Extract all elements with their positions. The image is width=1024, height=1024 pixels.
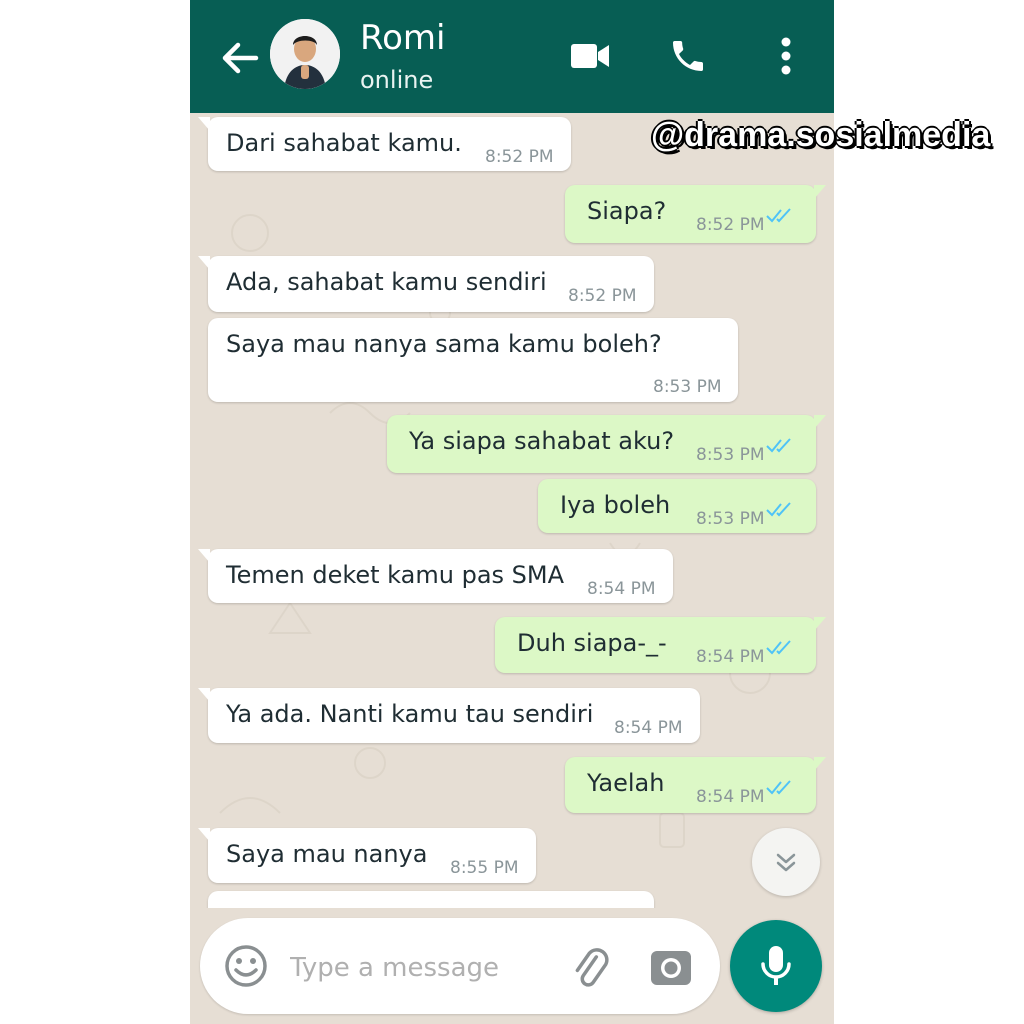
message-time: 8:53 PM [696, 445, 765, 465]
chat-header: Romi online [190, 0, 834, 113]
message-time: 8:53 PM [653, 377, 722, 397]
message-time: 8:54 PM [696, 787, 765, 807]
read-ticks-icon [766, 502, 791, 517]
video-camera-icon[interactable] [568, 34, 612, 78]
input-pill [200, 918, 720, 1014]
camera-icon[interactable] [648, 944, 694, 990]
message-bubble-incoming[interactable]: Dari sahabat kamu. 8:52 PM [198, 117, 571, 171]
message-text: Ya siapa sahabat aku? [409, 427, 675, 455]
message-bubble-incoming[interactable]: Ada, sahabat kamu sendiri 8:52 PM [198, 256, 654, 312]
message-text: Duh siapa-_- [517, 629, 667, 657]
message-input[interactable] [290, 948, 560, 988]
read-ticks-icon [766, 780, 791, 795]
message-bubble-outgoing[interactable]: Siapa? 8:52 PM [565, 185, 826, 243]
message-text: Saya mau nanya [226, 840, 428, 868]
message-composer [190, 908, 834, 1024]
message-bubble-outgoing[interactable]: Ya siapa sahabat aku? 8:53 PM [387, 415, 826, 473]
message-text: Saya mau nanya sama kamu boleh? [226, 330, 662, 358]
read-ticks-icon [766, 208, 791, 223]
message-text: Ada, sahabat kamu sendiri [226, 268, 547, 296]
message-bubble-outgoing[interactable]: Iya boleh 8:53 PM [538, 479, 816, 533]
watermark-text: @drama.sosialmedia [651, 116, 991, 154]
emoji-icon[interactable] [222, 942, 270, 990]
message-time: 8:52 PM [696, 215, 765, 235]
more-vertical-icon[interactable] [764, 34, 808, 78]
message-bubble-incoming[interactable]: Ya ada. Nanti kamu tau sendiri 8:54 PM [198, 688, 700, 743]
message-text: Temen deket kamu pas SMA [226, 561, 565, 589]
message-time: 8:53 PM [696, 509, 765, 529]
arrow-left-icon[interactable] [218, 36, 262, 80]
message-text: Dari sahabat kamu. [226, 129, 462, 157]
microphone-icon[interactable] [730, 920, 822, 1012]
message-time: 8:54 PM [587, 579, 656, 599]
message-time: 8:54 PM [696, 647, 765, 667]
message-time: 8:52 PM [568, 286, 637, 306]
read-ticks-icon [766, 640, 791, 655]
message-bubble-partial[interactable] [208, 891, 654, 908]
message-time: 8:54 PM [614, 718, 683, 738]
contact-status: online [360, 66, 434, 94]
message-bubble-incoming[interactable]: Temen deket kamu pas SMA 8:54 PM [198, 549, 673, 603]
double-chevron-down-icon[interactable] [752, 828, 820, 896]
read-ticks-icon [766, 438, 791, 453]
message-list[interactable]: Dari sahabat kamu. 8:52 PM Siapa? 8:52 P… [190, 113, 834, 908]
message-text: Ya ada. Nanti kamu tau sendiri [226, 700, 594, 728]
message-bubble-incoming[interactable]: Saya mau nanya sama kamu boleh? 8:53 PM [208, 318, 738, 402]
paperclip-icon[interactable] [568, 944, 614, 990]
message-bubble-outgoing[interactable]: Duh siapa-_- 8:54 PM [495, 617, 826, 673]
message-bubble-outgoing[interactable]: Yaelah 8:54 PM [565, 757, 826, 813]
message-text: Siapa? [587, 197, 667, 225]
contact-name[interactable]: Romi [360, 18, 445, 58]
message-time: 8:52 PM [485, 147, 554, 167]
avatar[interactable] [270, 19, 340, 89]
message-bubble-incoming[interactable]: Saya mau nanya 8:55 PM [198, 828, 536, 883]
message-text: Yaelah [587, 769, 665, 797]
message-text: Iya boleh [560, 491, 671, 519]
message-time: 8:55 PM [450, 858, 519, 878]
phone-icon[interactable] [666, 34, 710, 78]
